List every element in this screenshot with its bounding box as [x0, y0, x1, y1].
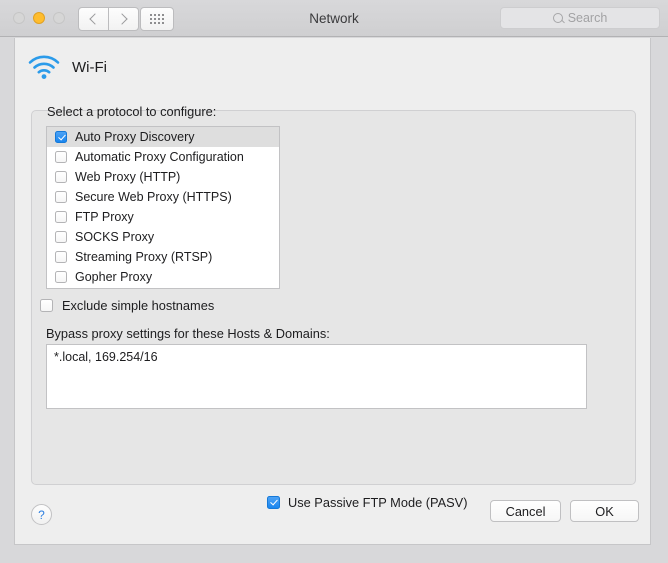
exclude-simple-hostnames-label: Exclude simple hostnames — [62, 298, 215, 313]
bypass-field-label: Bypass proxy settings for these Hosts & … — [46, 326, 330, 341]
protocol-label: Automatic Proxy Configuration — [75, 150, 244, 164]
list-item[interactable]: Secure Web Proxy (HTTPS) — [47, 187, 279, 207]
protocol-list-label: Select a protocol to configure: — [47, 104, 217, 119]
service-header: Wi-Fi — [27, 54, 107, 80]
list-item[interactable]: Gopher Proxy — [47, 267, 279, 287]
protocol-checkbox[interactable] — [55, 131, 67, 143]
cancel-button[interactable]: Cancel — [490, 500, 561, 522]
protocol-checkbox[interactable] — [55, 171, 67, 183]
protocol-label: Streaming Proxy (RTSP) — [75, 250, 213, 264]
bypass-hosts-textarea[interactable]: *.local, 169.254/16 — [46, 344, 587, 409]
protocol-checkbox[interactable] — [55, 191, 67, 203]
list-item[interactable]: Automatic Proxy Configuration — [47, 147, 279, 167]
protocol-label: Auto Proxy Discovery — [75, 130, 195, 144]
search-input[interactable]: Search — [500, 7, 660, 29]
protocol-label: SOCKS Proxy — [75, 230, 155, 244]
exclude-simple-hostnames-row[interactable]: Exclude simple hostnames — [40, 298, 214, 313]
protocol-checkbox[interactable] — [55, 211, 67, 223]
service-name: Wi-Fi — [72, 58, 107, 76]
list-item[interactable]: Auto Proxy Discovery — [47, 127, 279, 147]
protocol-label: FTP Proxy — [75, 210, 134, 224]
protocol-label: Gopher Proxy — [75, 270, 153, 284]
help-button[interactable]: ? — [31, 504, 52, 525]
list-item[interactable]: SOCKS Proxy — [47, 227, 279, 247]
protocol-label: Secure Web Proxy (HTTPS) — [75, 190, 232, 204]
protocol-label: Web Proxy (HTTP) — [75, 170, 181, 184]
window-titlebar: Network Search — [0, 0, 668, 37]
protocol-checkbox[interactable] — [55, 231, 67, 243]
network-preferences-window: Network Search Wi-Fi Wi- — [0, 0, 668, 563]
proxies-sheet: Wi-Fi Wi-Fi TCP/IP DNS WINS 802.1X Proxi… — [14, 38, 651, 545]
wifi-icon — [27, 54, 61, 80]
list-item[interactable]: Web Proxy (HTTP) — [47, 167, 279, 187]
search-icon — [552, 13, 563, 23]
search-placeholder: Search — [567, 11, 608, 25]
protocol-checkbox[interactable] — [55, 251, 67, 263]
passive-ftp-row[interactable]: Use Passive FTP Mode (PASV) — [267, 495, 467, 510]
passive-ftp-checkbox[interactable] — [267, 496, 280, 509]
list-item[interactable]: FTP Proxy — [47, 207, 279, 227]
protocol-checkbox[interactable] — [55, 271, 67, 283]
list-item[interactable]: Streaming Proxy (RTSP) — [47, 247, 279, 267]
protocol-list[interactable]: Auto Proxy Discovery Automatic Proxy Con… — [46, 126, 280, 289]
ok-button[interactable]: OK — [570, 500, 639, 522]
passive-ftp-label: Use Passive FTP Mode (PASV) — [288, 495, 468, 510]
protocol-checkbox[interactable] — [55, 151, 67, 163]
exclude-simple-hostnames-checkbox[interactable] — [40, 299, 53, 312]
